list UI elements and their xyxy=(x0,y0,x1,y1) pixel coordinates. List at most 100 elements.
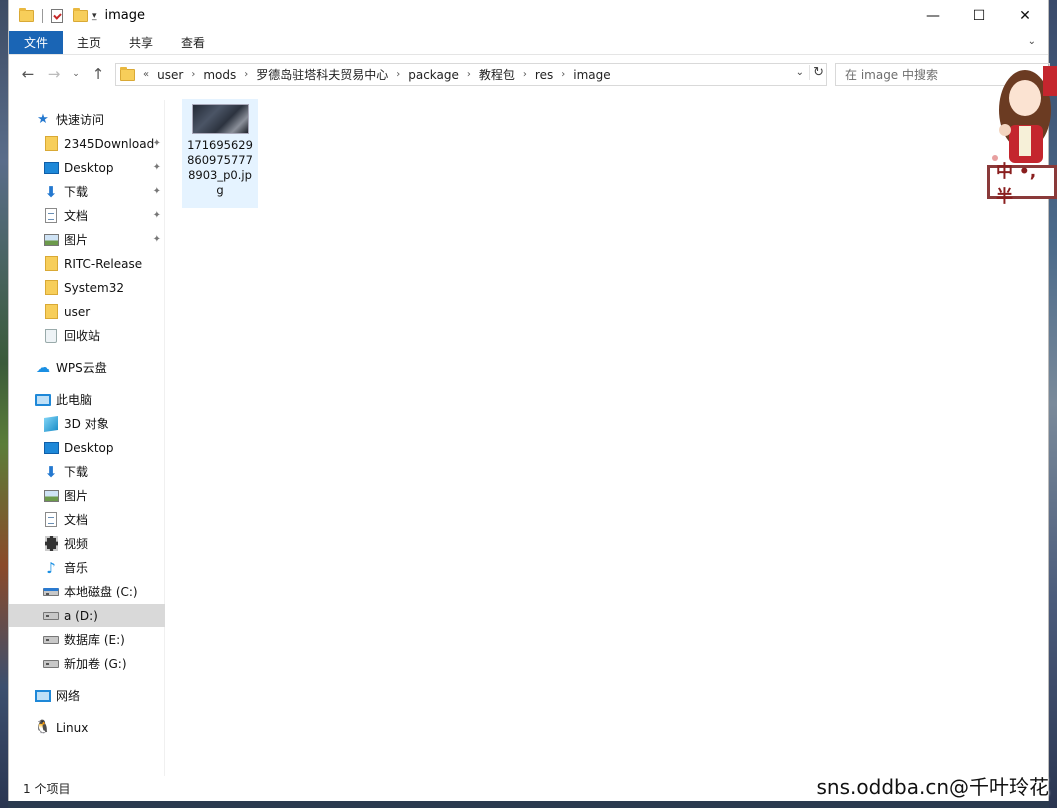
cloud-icon: ☁ xyxy=(36,359,50,376)
breadcrumb-separator[interactable]: › xyxy=(557,69,569,80)
nav-label: WPS云盘 xyxy=(56,361,107,375)
nav-item-downloads[interactable]: ⬇ 下载 ✦ xyxy=(9,180,165,203)
breadcrumb-res[interactable]: res xyxy=(531,68,557,82)
video-icon xyxy=(44,536,58,551)
nav-item-music[interactable]: ♪ 音乐 xyxy=(9,556,165,579)
quick-access-toolbar: ▾̲ xyxy=(19,7,97,23)
folder-icon xyxy=(19,7,34,22)
customize-toolbar-dropdown-icon[interactable]: ▾̲ xyxy=(92,11,97,21)
nav-quick-access[interactable]: ★ 快速访问 xyxy=(9,108,165,131)
nav-item-pc-downloads[interactable]: ⬇ 下载 xyxy=(9,460,165,483)
breadcrumb-user[interactable]: user xyxy=(153,68,187,82)
ribbon-tabs: 文件 主页 共享 查看 ⌄ xyxy=(9,31,1048,55)
breadcrumb-separator[interactable]: › xyxy=(519,69,531,80)
file-name: 1716956298609757778903_p0.jpg xyxy=(187,138,253,197)
pin-icon: ✦ xyxy=(152,234,161,245)
music-icon: ♪ xyxy=(46,558,56,577)
nav-item-documents[interactable]: 文档 ✦ xyxy=(9,204,165,227)
nav-item-pictures[interactable]: 图片 ✦ xyxy=(9,228,165,251)
window-title: image xyxy=(104,8,146,23)
up-button[interactable]: ↑ xyxy=(85,65,111,83)
properties-icon[interactable] xyxy=(51,8,63,23)
nav-this-pc[interactable]: 此电脑 xyxy=(9,388,165,411)
breadcrumb-tutorial-pack[interactable]: 教程包 xyxy=(475,66,519,83)
network-icon xyxy=(35,689,51,702)
image-thumbnail xyxy=(191,104,249,134)
maximize-button[interactable]: ☐ xyxy=(956,0,1002,31)
navigation-pane: ★ 快速访问 2345Download ✦ Desktop ✦ ⬇ 下载 ✦ 文… xyxy=(9,100,165,776)
nav-item-pc-documents[interactable]: 文档 xyxy=(9,508,165,531)
forward-button[interactable]: → xyxy=(41,65,67,83)
nav-item-drive-g[interactable]: 新加卷 (G:) xyxy=(9,652,165,675)
nav-item-desktop[interactable]: Desktop ✦ xyxy=(9,156,165,179)
recent-locations-dropdown[interactable]: ⌄ xyxy=(67,69,85,79)
nav-item-user[interactable]: user xyxy=(9,300,165,323)
document-icon xyxy=(45,512,57,527)
file-explorer-window: ▾̲ image — ☐ ✕ 文件 主页 共享 查看 ⌄ ← → ⌄ ↑ « u… xyxy=(8,0,1050,801)
nav-item-ritc-release[interactable]: RITC-Release xyxy=(9,252,165,275)
breadcrumb-package[interactable]: package xyxy=(404,68,463,82)
nav-label: 图片 xyxy=(64,489,89,503)
nav-label: System32 xyxy=(64,280,125,295)
breadcrumb-separator[interactable]: › xyxy=(187,69,199,80)
nav-item-2345download[interactable]: 2345Download ✦ xyxy=(9,132,165,155)
document-icon xyxy=(45,208,57,223)
file-item[interactable]: 1716956298609757778903_p0.jpg xyxy=(182,99,258,208)
breadcrumb-mods[interactable]: mods xyxy=(199,68,240,82)
address-overflow[interactable]: « xyxy=(139,69,153,80)
title-bar: ▾̲ image — ☐ ✕ xyxy=(9,0,1048,31)
nav-item-drive-c[interactable]: 本地磁盘 (C:) xyxy=(9,580,165,603)
navigation-bar: ← → ⌄ ↑ « user › mods › 罗德岛驻塔科夫贸易中心 › pa… xyxy=(9,55,1050,93)
tab-file[interactable]: 文件 xyxy=(9,31,64,54)
nav-label: 网络 xyxy=(56,689,81,703)
address-dropdown-icon[interactable]: ⌄ xyxy=(796,67,804,78)
nav-label: 快速访问 xyxy=(56,113,105,127)
nav-label: 新加卷 (G:) xyxy=(64,657,127,671)
breadcrumb-trade-center[interactable]: 罗德岛驻塔科夫贸易中心 xyxy=(252,66,392,83)
back-button[interactable]: ← xyxy=(15,65,41,83)
nav-label: 视频 xyxy=(64,537,89,551)
nav-label: a (D:) xyxy=(64,608,98,623)
address-folder-icon xyxy=(120,66,135,81)
nav-item-pc-desktop[interactable]: Desktop xyxy=(9,436,165,459)
pictures-icon xyxy=(43,489,59,502)
star-icon: ★ xyxy=(37,112,49,127)
desktop-background-left xyxy=(0,0,8,808)
refresh-button[interactable]: ↻ xyxy=(809,65,824,80)
nav-item-drive-d[interactable]: a (D:) xyxy=(9,604,165,627)
folder-icon xyxy=(44,256,58,271)
new-folder-icon[interactable] xyxy=(73,7,88,22)
nav-network[interactable]: 网络 xyxy=(9,684,165,707)
desktop-icon xyxy=(43,441,59,454)
nav-item-pc-pictures[interactable]: 图片 xyxy=(9,484,165,507)
nav-wps-cloud[interactable]: ☁ WPS云盘 xyxy=(9,356,165,379)
nav-label: 2345Download xyxy=(64,136,155,151)
nav-linux[interactable]: 🐧 Linux xyxy=(9,716,165,739)
nav-item-system32[interactable]: System32 xyxy=(9,276,165,299)
nav-label: 下载 xyxy=(64,465,89,479)
minimize-button[interactable]: — xyxy=(910,0,956,31)
nav-label: 数据库 (E:) xyxy=(64,633,125,647)
nav-item-videos[interactable]: 视频 xyxy=(9,532,165,555)
system-drive-icon xyxy=(43,587,59,596)
breadcrumb-separator[interactable]: › xyxy=(463,69,475,80)
nav-item-recycle-bin[interactable]: 回收站 xyxy=(9,324,165,347)
nav-label: Desktop xyxy=(64,160,114,175)
nav-item-3d-objects[interactable]: 3D 对象 xyxy=(9,412,165,435)
tab-home[interactable]: 主页 xyxy=(63,31,115,54)
pin-icon: ✦ xyxy=(152,210,161,221)
folder-icon xyxy=(44,136,58,151)
nav-label: 文档 xyxy=(64,209,89,223)
address-bar[interactable]: « user › mods › 罗德岛驻塔科夫贸易中心 › package › … xyxy=(115,63,827,86)
tab-share[interactable]: 共享 xyxy=(115,31,167,54)
drive-icon xyxy=(43,659,59,668)
nav-label: 文档 xyxy=(64,513,89,527)
close-button[interactable]: ✕ xyxy=(1002,0,1048,31)
breadcrumb-image[interactable]: image xyxy=(569,68,614,82)
file-list-area[interactable]: 1716956298609757778903_p0.jpg xyxy=(171,93,1048,776)
nav-item-drive-e[interactable]: 数据库 (E:) xyxy=(9,628,165,651)
breadcrumb-separator[interactable]: › xyxy=(392,69,404,80)
breadcrumb-separator[interactable]: › xyxy=(240,69,252,80)
tab-view[interactable]: 查看 xyxy=(167,31,219,54)
nav-label: Linux xyxy=(56,720,89,735)
